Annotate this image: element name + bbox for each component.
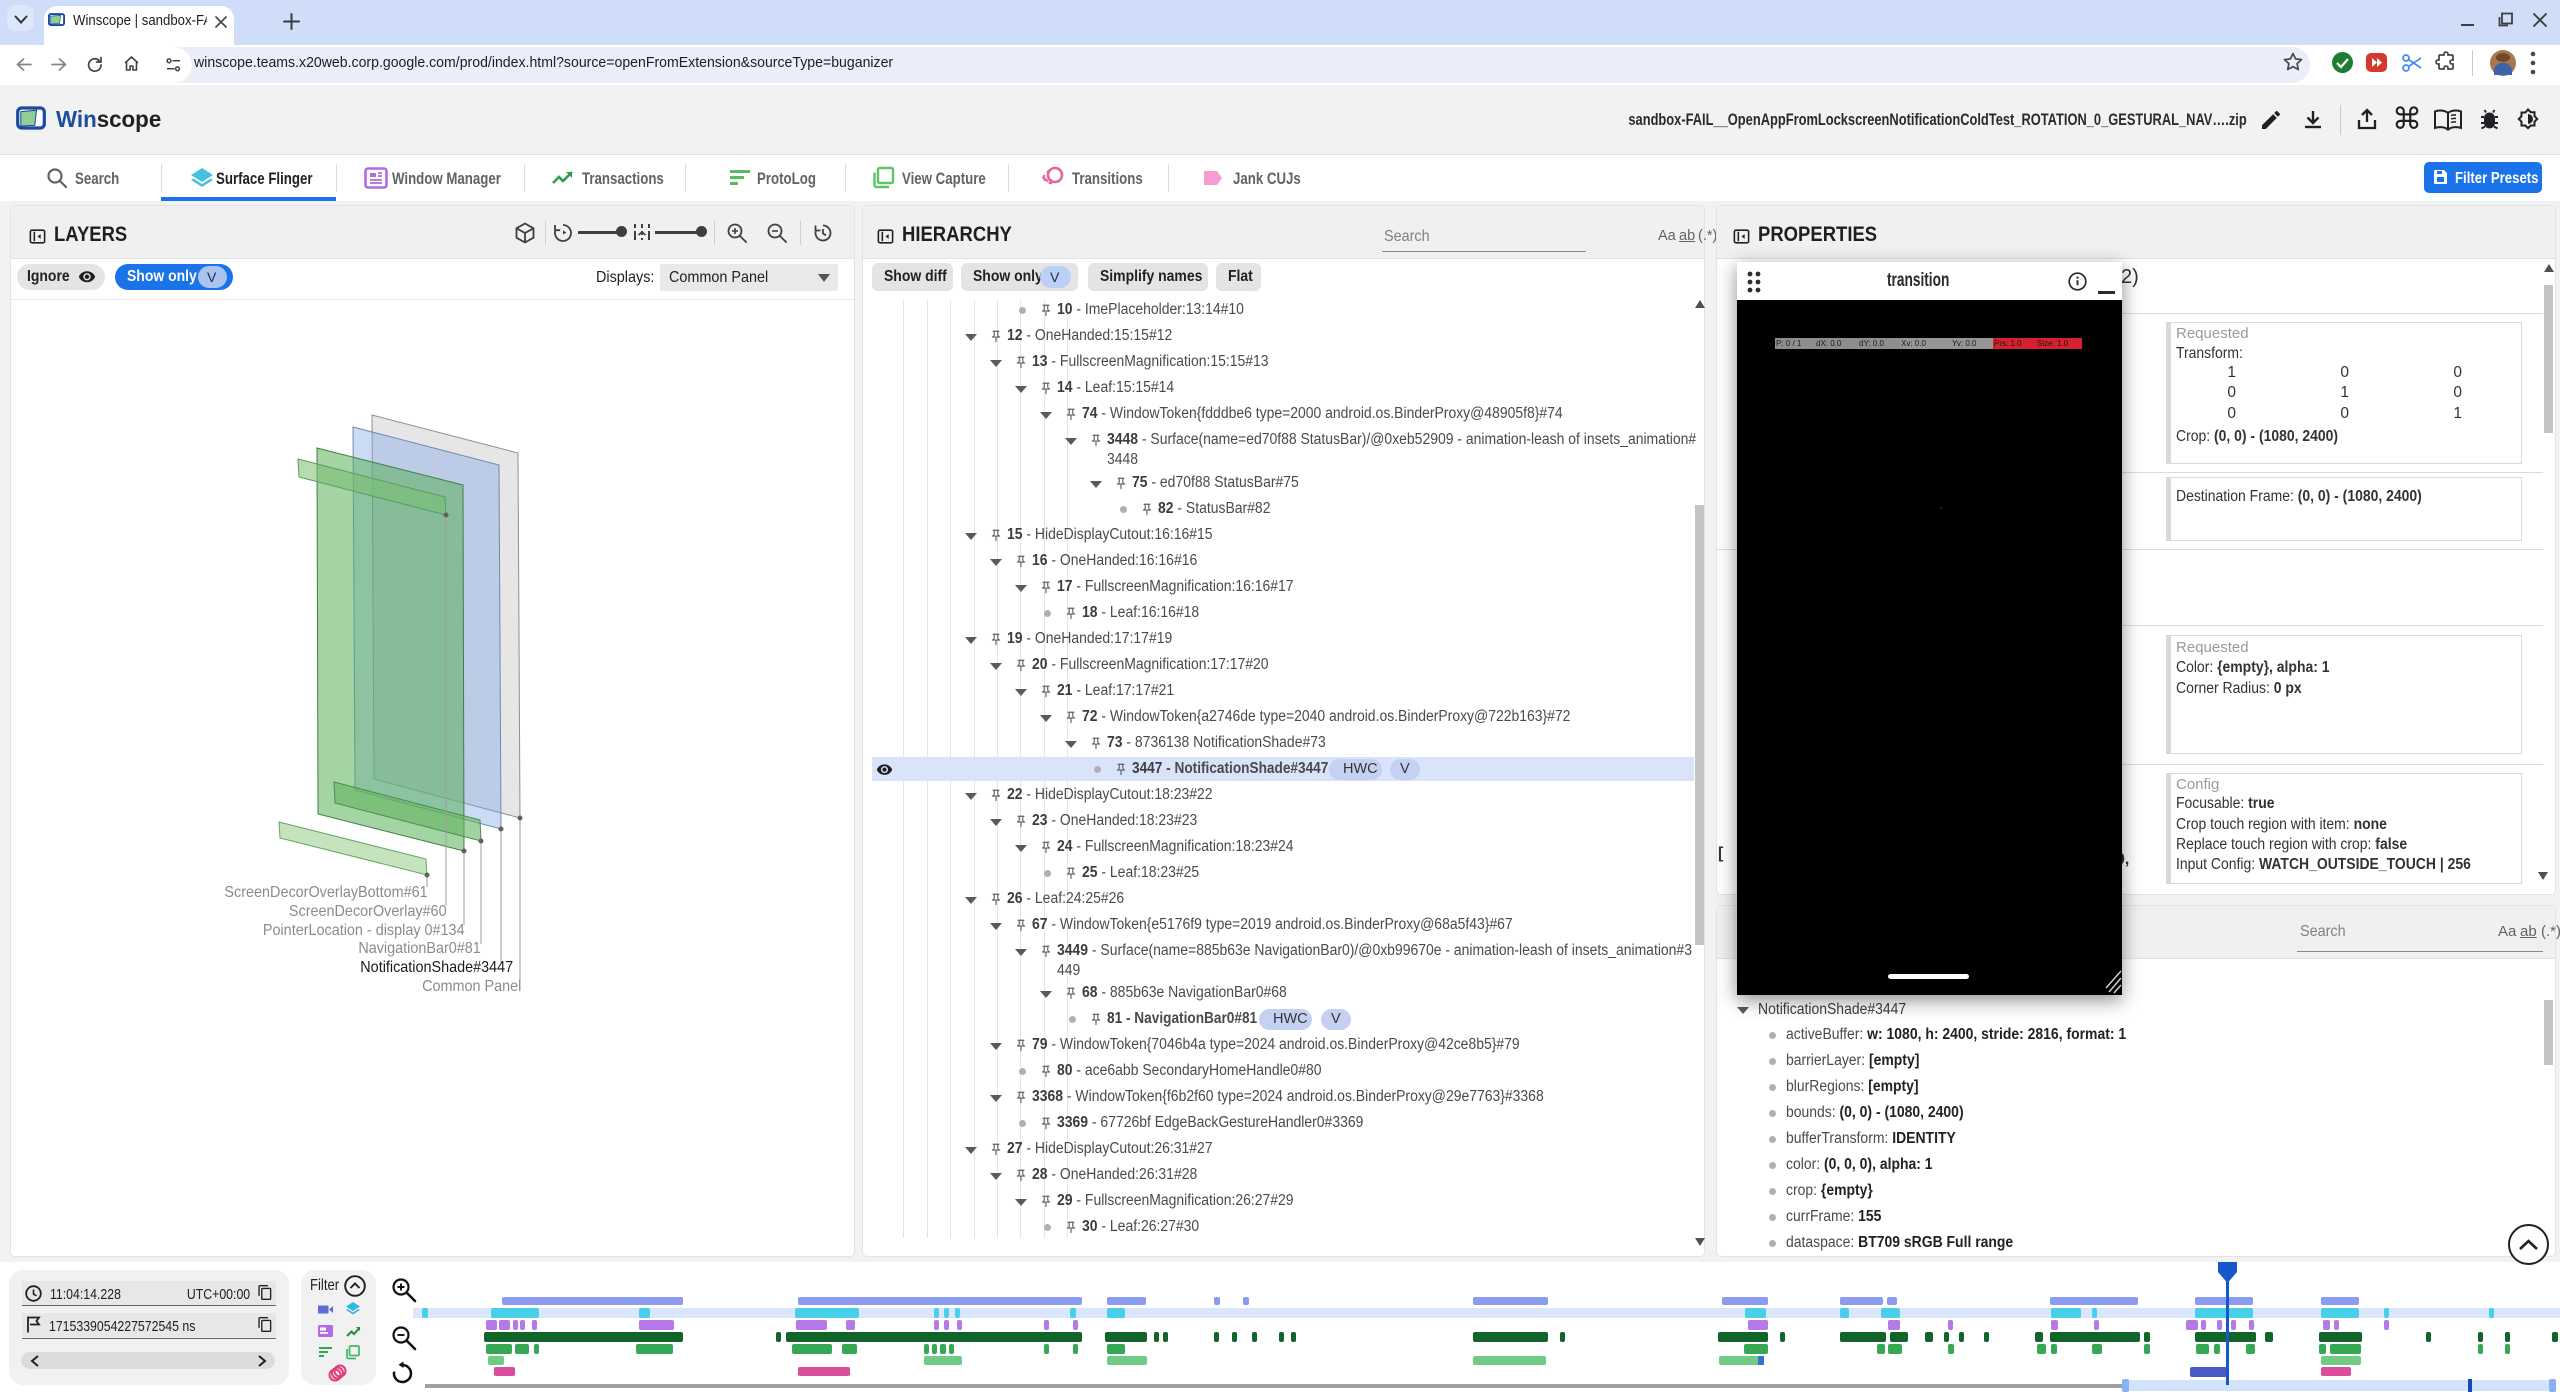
svg-text:NavigationBar0#81: NavigationBar0#81 [358, 939, 480, 957]
svg-text:PointerLocation - display 0#13: PointerLocation - display 0#134 [263, 921, 465, 939]
svg-text:ScreenDecorOverlayBottom#61: ScreenDecorOverlayBottom#61 [224, 883, 427, 901]
svg-text:Common Panel: Common Panel [422, 977, 521, 995]
svg-text:ScreenDecorOverlay#60: ScreenDecorOverlay#60 [289, 902, 447, 920]
svg-text:NotificationShade#3447: NotificationShade#3447 [360, 958, 513, 976]
